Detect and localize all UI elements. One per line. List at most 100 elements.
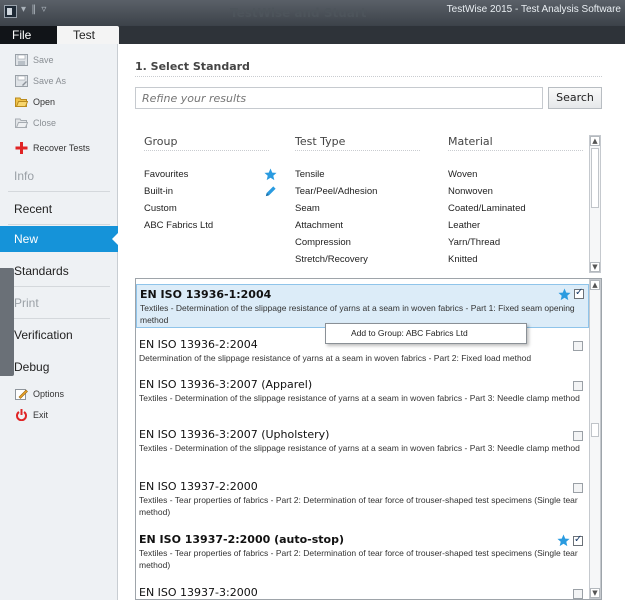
test-type-header-rule — [295, 150, 420, 151]
result-row[interactable]: EN ISO 13937-3:2000 — [136, 583, 589, 599]
menu-bar: File Test — [0, 26, 625, 44]
plus-icon — [15, 142, 28, 154]
power-icon — [16, 409, 27, 421]
sidebar-close-label: Close — [33, 118, 57, 128]
sidebar-exit-label: Exit — [33, 410, 49, 420]
test-type-item-attachment[interactable]: Attachment — [295, 217, 343, 234]
result-checkbox[interactable] — [573, 341, 583, 351]
sidebar-save-as[interactable]: Save As — [0, 72, 118, 90]
sidebar-verification[interactable]: Verification — [0, 322, 118, 348]
search-button[interactable]: Search — [548, 87, 602, 109]
scroll-down-icon[interactable]: ▼ — [590, 588, 600, 598]
material-item-coated[interactable]: Coated/Laminated — [448, 200, 526, 217]
result-checkbox[interactable] — [574, 287, 584, 299]
filter-panel: Group Test Type Material Favourites Buil… — [135, 135, 602, 273]
title-bar-ghost-text: TestWise and Stuart — [230, 6, 367, 20]
material-item-yarn[interactable]: Yarn/Thread — [448, 234, 500, 251]
main-panel: 1. Select Standard Search Group Test Typ… — [119, 44, 625, 600]
sidebar-recover-tests[interactable]: Recover Tests — [0, 139, 118, 157]
result-description: Textiles - Tear properties of fabrics - … — [139, 495, 578, 517]
tab-file[interactable]: File — [0, 26, 57, 44]
sidebar-info[interactable]: Info — [0, 163, 118, 189]
sidebar-divider — [8, 224, 110, 225]
scroll-up-icon[interactable]: ▲ — [590, 136, 600, 146]
material-item-knitted[interactable]: Knitted — [448, 251, 478, 268]
test-type-item-seam[interactable]: Seam — [295, 200, 320, 217]
test-type-column-header: Test Type — [295, 135, 346, 148]
sidebar-save-as-label: Save As — [33, 76, 67, 86]
save-as-icon — [15, 75, 28, 87]
title-bar: ▾ ‖ ▿ TestWise and Stuart TestWise 2015 … — [0, 0, 625, 26]
sidebar-open[interactable]: Open — [0, 93, 118, 111]
result-description: Determination of the slippage resistance… — [139, 353, 532, 363]
sidebar-recent[interactable]: Recent — [0, 196, 118, 222]
scroll-thumb[interactable] — [591, 423, 599, 437]
sidebar-options-label: Options — [33, 389, 65, 399]
add-to-group-context-menu[interactable]: Add to Group: ABC Fabrics Ltd — [325, 323, 527, 344]
material-column-header: Material — [448, 135, 493, 148]
sidebar-divider — [8, 286, 110, 287]
tab-test[interactable]: Test — [57, 26, 119, 44]
standards-result-list: EN ISO 13936-1:2004 Textiles - Determina… — [135, 278, 602, 600]
result-title: EN ISO 13936-3:2007 (Apparel) — [139, 378, 313, 391]
result-description: Textiles - Tear properties of fabrics - … — [139, 548, 578, 570]
result-row[interactable]: EN ISO 13936-1:2004 Textiles - Determina… — [136, 284, 589, 328]
favourite-star-icon[interactable] — [557, 534, 570, 547]
scroll-up-icon[interactable]: ▲ — [590, 280, 600, 290]
side-tab-handle[interactable] — [0, 268, 14, 376]
result-description: Textiles - Determination of the slippage… — [139, 393, 580, 403]
test-type-item-stretch[interactable]: Stretch/Recovery — [295, 251, 368, 268]
sidebar-divider — [8, 191, 110, 192]
group-item-abc-fabrics[interactable]: ABC Fabrics Ltd — [144, 217, 213, 234]
test-type-item-tear[interactable]: Tear/Peel/Adhesion — [295, 183, 377, 200]
result-title: EN ISO 13937-3:2000 — [139, 586, 258, 599]
results-scrollbar[interactable]: ▲ ▼ — [589, 279, 601, 599]
save-icon — [15, 54, 28, 66]
result-title: EN ISO 13937-2:2000 (auto-stop) — [139, 533, 345, 546]
group-item-favourites[interactable]: Favourites — [144, 166, 188, 183]
sidebar-exit[interactable]: Exit — [0, 406, 118, 424]
test-type-item-tensile[interactable]: Tensile — [295, 166, 325, 183]
app-icon[interactable] — [4, 5, 17, 18]
quick-access-toolbar[interactable]: ▾ ‖ ▿ — [21, 4, 47, 15]
result-checkbox[interactable] — [573, 589, 583, 599]
sidebar-debug[interactable]: Debug — [0, 354, 118, 380]
sidebar-standards[interactable]: Standards — [0, 258, 118, 284]
result-row[interactable]: EN ISO 13937-2:2000 Textiles - Tear prop… — [136, 477, 589, 517]
material-item-leather[interactable]: Leather — [448, 217, 480, 234]
result-description: Textiles - Determination of the slippage… — [139, 443, 580, 453]
open-folder-icon — [15, 97, 28, 107]
result-row[interactable]: EN ISO 13936-3:2007 (Upholstery) Textile… — [136, 425, 589, 465]
result-row[interactable]: EN ISO 13937-2:2000 (auto-stop) Textiles… — [136, 530, 589, 570]
result-title: EN ISO 13936-2:2004 — [139, 338, 258, 351]
sidebar-open-label: Open — [33, 97, 56, 107]
pencil-icon — [265, 186, 276, 197]
sidebar-save-label: Save — [33, 55, 54, 65]
sidebar-close[interactable]: Close — [0, 114, 118, 132]
sidebar-new[interactable]: New — [0, 226, 119, 252]
material-header-rule — [448, 150, 583, 151]
result-title: EN ISO 13936-1:2004 — [140, 288, 272, 301]
favourite-star-icon[interactable] — [558, 288, 571, 301]
test-type-item-compression[interactable]: Compression — [295, 234, 351, 251]
favourite-star-icon — [264, 168, 277, 181]
material-item-nonwoven[interactable]: Nonwoven — [448, 183, 493, 200]
result-checkbox[interactable] — [573, 483, 583, 493]
result-title: EN ISO 13937-2:2000 — [139, 480, 258, 493]
scroll-thumb[interactable] — [591, 148, 599, 208]
file-backstage-sidebar: Save Save As Open Close Recover Tests In… — [0, 44, 119, 600]
scroll-down-icon[interactable]: ▼ — [590, 262, 600, 272]
sidebar-divider — [8, 318, 110, 319]
filter-scrollbar[interactable]: ▲ ▼ — [589, 135, 601, 273]
sidebar-options[interactable]: Options — [0, 385, 118, 403]
sidebar-save[interactable]: Save — [0, 51, 118, 69]
group-item-built-in[interactable]: Built-in — [144, 183, 173, 200]
group-item-custom[interactable]: Custom — [144, 200, 177, 217]
result-checkbox[interactable] — [573, 381, 583, 391]
search-input[interactable] — [135, 87, 543, 109]
result-checkbox[interactable] — [573, 431, 583, 441]
result-checkbox[interactable] — [573, 534, 583, 546]
result-row[interactable]: EN ISO 13936-3:2007 (Apparel) Textiles -… — [136, 375, 589, 415]
sidebar-print[interactable]: Print — [0, 290, 118, 316]
material-item-woven[interactable]: Woven — [448, 166, 477, 183]
